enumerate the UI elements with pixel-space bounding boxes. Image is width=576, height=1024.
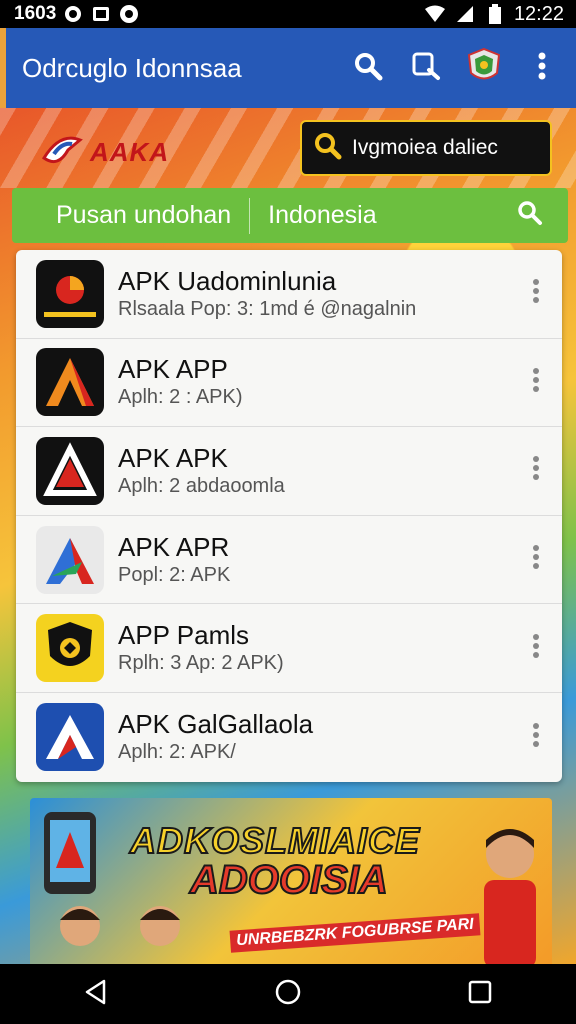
multicolor-a-app-icon xyxy=(36,525,104,594)
hero-search-box[interactable]: Ivgmoiea daliec xyxy=(300,120,552,176)
more-vert-icon xyxy=(532,544,540,575)
brand-logo: AAKA xyxy=(40,128,169,177)
app-bar: Odrcuglo Idonnsaa xyxy=(0,28,576,108)
notification-icon xyxy=(62,3,84,25)
item-more-button[interactable] xyxy=(516,618,556,678)
hero-banner: AAKA Ivgmoiea daliec Pusan undohan Indon… xyxy=(0,108,576,964)
character-illustration-icon xyxy=(470,818,550,964)
list-item[interactable]: APK GalGallaola Aplh: 2: APK/ xyxy=(16,693,562,782)
app-subtitle: Aplh: 2: APK/ xyxy=(118,741,236,764)
back-button[interactable] xyxy=(66,964,126,1024)
app-subtitle: Aplh: 2 : APK) xyxy=(118,386,243,409)
orange-a-app-icon xyxy=(36,348,104,417)
home-circle-icon xyxy=(274,978,302,1011)
emblem-icon xyxy=(467,47,501,90)
app-title: APK APK xyxy=(118,442,228,473)
app-notification-icon xyxy=(118,3,140,25)
tab-indonesia[interactable]: Indonesia xyxy=(250,188,394,243)
promo-headline: ADKOSLMIAICE xyxy=(129,819,420,862)
more-vert-icon xyxy=(532,367,540,398)
app-title: APK Uadominlunia xyxy=(118,265,337,296)
list-item[interactable]: APK APK Aplh: 2 abdaoomla xyxy=(16,427,562,516)
search-icon xyxy=(353,51,383,86)
kite-logo-icon xyxy=(40,128,84,177)
app-title: Odrcuglo Idonnsaa xyxy=(22,52,242,83)
kids-illustration-icon xyxy=(50,898,200,964)
brand-text: AAKA xyxy=(90,137,170,167)
item-more-button[interactable] xyxy=(516,707,556,767)
promo-tag: UNRBEBZRK FOGUBRSE PARI xyxy=(229,913,481,953)
more-vert-icon xyxy=(532,722,540,753)
app-subtitle: Popl: 2: APK xyxy=(118,563,231,586)
search-doc-icon xyxy=(411,51,441,86)
list-item[interactable]: APK Uadominlunia Rlsaala Pop: 3: 1md é @… xyxy=(16,250,562,339)
recents-square-icon xyxy=(467,979,493,1010)
promo-subheadline: ADOOISIA xyxy=(189,857,389,903)
app-title: APP Pamls xyxy=(118,620,250,651)
more-vert-icon xyxy=(537,51,547,86)
home-button[interactable] xyxy=(258,964,318,1024)
overflow-menu-button[interactable] xyxy=(518,44,566,92)
list-item[interactable]: APK APP Aplh: 2 : APK) xyxy=(16,339,562,428)
status-time: 12:22 xyxy=(513,2,564,25)
status-bar: 1603 12:22 xyxy=(0,0,576,28)
profile-button[interactable] xyxy=(460,44,508,92)
red-circle-app-icon xyxy=(36,259,104,328)
shield-app-icon xyxy=(36,614,104,683)
blue-a-app-icon xyxy=(36,703,104,772)
red-a-app-icon xyxy=(36,436,104,505)
back-triangle-icon xyxy=(82,978,110,1011)
app-subtitle: Aplh: 2 abdaoomla xyxy=(118,474,285,497)
photo-icon xyxy=(90,3,112,25)
app-title: APK APP xyxy=(118,354,228,385)
list-item[interactable]: APK APR Popl: 2: APK xyxy=(16,516,562,605)
item-more-button[interactable] xyxy=(516,441,556,501)
more-vert-icon xyxy=(532,278,540,309)
item-more-button[interactable] xyxy=(516,352,556,412)
signal-icon xyxy=(454,3,476,25)
search-button[interactable] xyxy=(344,44,392,92)
search-icon xyxy=(314,132,342,165)
tab-pusan-undohan[interactable]: Pusan undohan xyxy=(12,188,249,243)
search-in-page-button[interactable] xyxy=(402,44,450,92)
wifi-icon xyxy=(424,3,446,25)
list-item[interactable]: APP Pamls Rplh: 3 Ap: 2 APK) xyxy=(16,604,562,693)
app-subtitle: Rplh: 3 Ap: 2 APK) xyxy=(118,652,284,675)
system-nav-bar xyxy=(0,964,576,1024)
promo-banner[interactable]: ADKOSLMIAICE ADOOISIA UNRBEBZRK FOGUBRSE… xyxy=(30,798,552,964)
item-more-button[interactable] xyxy=(516,264,556,324)
recents-button[interactable] xyxy=(450,964,510,1024)
battery-icon xyxy=(484,3,506,25)
item-more-button[interactable] xyxy=(516,530,556,590)
phone-illustration-icon xyxy=(40,808,100,903)
more-vert-icon xyxy=(532,633,540,664)
status-left-text: 1603 xyxy=(14,3,57,24)
app-list: APK Uadominlunia Rlsaala Pop: 3: 1md é @… xyxy=(16,250,562,782)
search-icon xyxy=(517,200,543,231)
tab-search-button[interactable] xyxy=(510,196,550,236)
app-subtitle: Rlsaala Pop: 3: 1md é @nagalnin xyxy=(118,297,417,320)
category-tab-bar: Pusan undohan Indonesia xyxy=(12,188,568,243)
app-title: APK APR xyxy=(118,531,230,562)
hero-search-text: Ivgmoiea daliec xyxy=(352,136,498,159)
app-title: APK GalGallaola xyxy=(118,709,314,740)
more-vert-icon xyxy=(532,455,540,486)
